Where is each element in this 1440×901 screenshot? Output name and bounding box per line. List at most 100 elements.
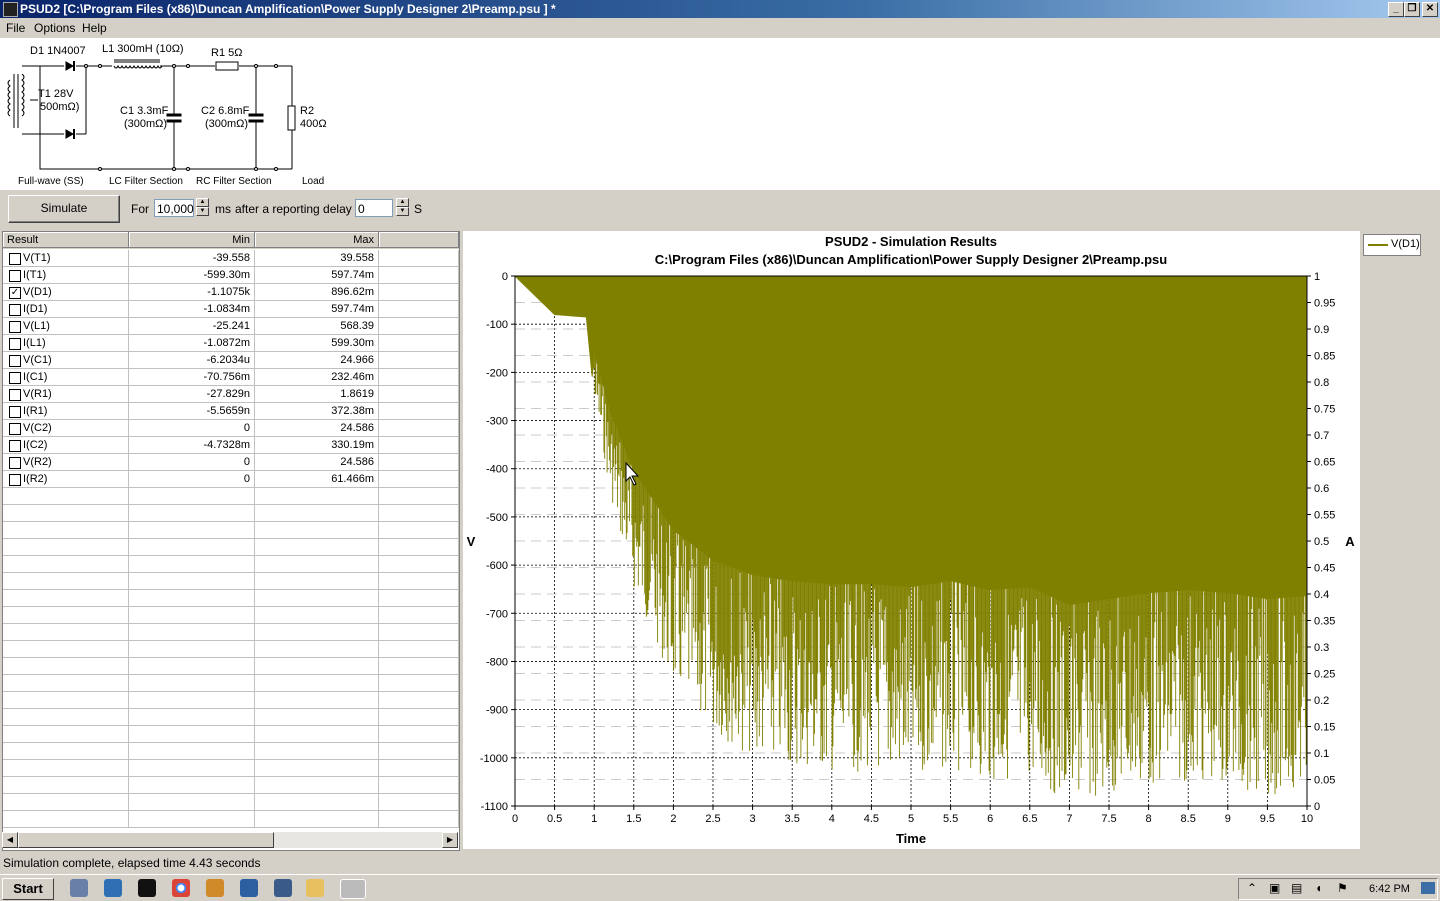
- table-row[interactable]: I(L1) -1.0872m 599.30m: [3, 335, 459, 352]
- scroll-thumb[interactable]: [18, 832, 274, 848]
- action-center-flag-icon[interactable]: ⚑: [1337, 881, 1348, 895]
- table-row[interactable]: I(C2) -4.7328m 330.19m: [3, 437, 459, 454]
- y-tick-label: -900: [486, 705, 508, 717]
- result-name: V(C2): [23, 422, 52, 434]
- legend-label: V(D1): [1391, 238, 1420, 250]
- cell-max: 232.46m: [255, 369, 379, 386]
- network-icon[interactable]: ▤: [1291, 881, 1302, 895]
- row-checkbox[interactable]: [9, 372, 21, 384]
- chart-legend[interactable]: V(D1): [1363, 234, 1421, 256]
- row-checkbox[interactable]: ✓: [9, 287, 21, 299]
- row-checkbox[interactable]: [9, 338, 21, 350]
- cell-extra: [379, 777, 459, 794]
- app-icon-2[interactable]: [240, 879, 258, 897]
- row-checkbox[interactable]: [9, 304, 21, 316]
- x-tick-label: 3.5: [785, 813, 800, 825]
- chrome-icon[interactable]: [172, 879, 190, 897]
- circuit-diagram[interactable]: [0, 38, 340, 190]
- clock[interactable]: 6:42 PM: [1369, 883, 1410, 895]
- y-tick-label: -800: [486, 656, 508, 668]
- system-tray: ⌃ ▣ ▤ ◖ ⚑ 6:42 PM: [1238, 878, 1438, 900]
- table-row[interactable]: V(C1) -6.2034u 24.966: [3, 352, 459, 369]
- tray-icon-1[interactable]: ▣: [1269, 881, 1280, 895]
- folder-icon[interactable]: [306, 879, 324, 897]
- y2-tick-label: 0.1: [1314, 748, 1329, 760]
- row-checkbox[interactable]: [9, 423, 21, 435]
- tray-expand-icon[interactable]: ⌃: [1247, 881, 1257, 895]
- cell-max: [255, 658, 379, 675]
- cell-max: 599.30m: [255, 335, 379, 352]
- menu-options[interactable]: Options: [34, 21, 75, 35]
- duration-spinner[interactable]: ▲ ▼: [196, 198, 209, 218]
- table-row[interactable]: I(R2) 0 61.466m: [3, 471, 459, 488]
- cell-extra: [379, 352, 459, 369]
- header-max[interactable]: Max: [255, 232, 379, 248]
- row-checkbox[interactable]: [9, 355, 21, 367]
- table-row[interactable]: I(R1) -5.5659n 372.38m: [3, 403, 459, 420]
- section-rc-filter[interactable]: RC Filter Section: [196, 176, 272, 187]
- cell-extra: [379, 420, 459, 437]
- section-load[interactable]: Load: [302, 176, 324, 187]
- minimize-button[interactable]: _: [1388, 2, 1404, 17]
- server-manager-icon[interactable]: [70, 879, 88, 897]
- row-checkbox[interactable]: [9, 389, 21, 401]
- row-checkbox[interactable]: [9, 440, 21, 452]
- volume-icon[interactable]: ◖: [1315, 881, 1322, 895]
- horizontal-scrollbar[interactable]: ◀ ▶: [2, 832, 458, 848]
- cmd-icon[interactable]: [138, 879, 156, 897]
- simulation-chart[interactable]: PSUD2 - Simulation Results C:\Program Fil…: [463, 231, 1360, 849]
- x-tick-label: 4: [829, 813, 835, 825]
- simulate-button[interactable]: Simulate: [8, 195, 120, 223]
- restore-button[interactable]: ❐: [1404, 2, 1420, 17]
- table-row[interactable]: V(R1) -27.829n 1.8619: [3, 386, 459, 403]
- table-row[interactable]: V(C2) 0 24.586: [3, 420, 459, 437]
- row-checkbox[interactable]: [9, 253, 21, 265]
- powershell-icon[interactable]: [104, 879, 122, 897]
- table-row[interactable]: V(R2) 0 24.586: [3, 454, 459, 471]
- row-checkbox[interactable]: [9, 457, 21, 469]
- header-min[interactable]: Min: [129, 232, 255, 248]
- row-checkbox[interactable]: [9, 474, 21, 486]
- scroll-right-button[interactable]: ▶: [442, 832, 458, 848]
- y2-tick-label: 0.55: [1314, 510, 1335, 522]
- psud2-task-icon[interactable]: [340, 879, 366, 899]
- cell-min: -6.2034u: [129, 352, 255, 369]
- menu-help[interactable]: Help: [82, 21, 107, 35]
- start-label: Start: [13, 881, 43, 896]
- delay-input[interactable]: 0: [355, 199, 393, 217]
- header-result[interactable]: Result: [3, 232, 129, 248]
- app-icon: [3, 2, 18, 17]
- row-checkbox[interactable]: [9, 406, 21, 418]
- table-row[interactable]: I(D1) -1.0834m 597.74m: [3, 301, 459, 318]
- table-row[interactable]: V(L1) -25.241 568.39: [3, 318, 459, 335]
- cell-max: [255, 794, 379, 811]
- table-row[interactable]: I(C1) -70.756m 232.46m: [3, 369, 459, 386]
- cell-min: [129, 556, 255, 573]
- result-name: I(C2): [23, 439, 48, 451]
- cell-min: -4.7328m: [129, 437, 255, 454]
- row-checkbox[interactable]: [9, 321, 21, 333]
- table-row[interactable]: ✓ V(D1) -1.1075k 896.62m: [3, 284, 459, 301]
- result-name: V(D1): [23, 286, 52, 298]
- delay-spinner[interactable]: ▲ ▼: [396, 198, 409, 218]
- duration-input[interactable]: 10,000: [154, 199, 194, 217]
- table-row[interactable]: V(T1) -39.558 39.558: [3, 250, 459, 267]
- row-checkbox[interactable]: [9, 270, 21, 282]
- result-name: I(D1): [23, 303, 48, 315]
- x-tick-label: 4.5: [864, 813, 879, 825]
- app-icon-1[interactable]: [206, 879, 224, 897]
- network-tool-icon[interactable]: [274, 879, 292, 897]
- section-fullwave[interactable]: Full-wave (SS): [18, 176, 84, 187]
- menu-file[interactable]: File: [6, 21, 25, 35]
- table-row[interactable]: I(T1) -599.30m 597.74m: [3, 267, 459, 284]
- start-button[interactable]: Start: [2, 878, 54, 900]
- cell-extra: [379, 692, 459, 709]
- section-lc-filter[interactable]: LC Filter Section: [109, 176, 183, 187]
- scroll-left-button[interactable]: ◀: [2, 832, 18, 848]
- close-button[interactable]: ✕: [1422, 2, 1438, 17]
- cell-extra: [379, 250, 459, 267]
- cell-extra: [379, 624, 459, 641]
- status-text: Simulation complete, elapsed time 4.43 s…: [3, 856, 261, 870]
- show-desktop-icon[interactable]: [1421, 882, 1435, 894]
- x-tick-label: 9.5: [1260, 813, 1275, 825]
